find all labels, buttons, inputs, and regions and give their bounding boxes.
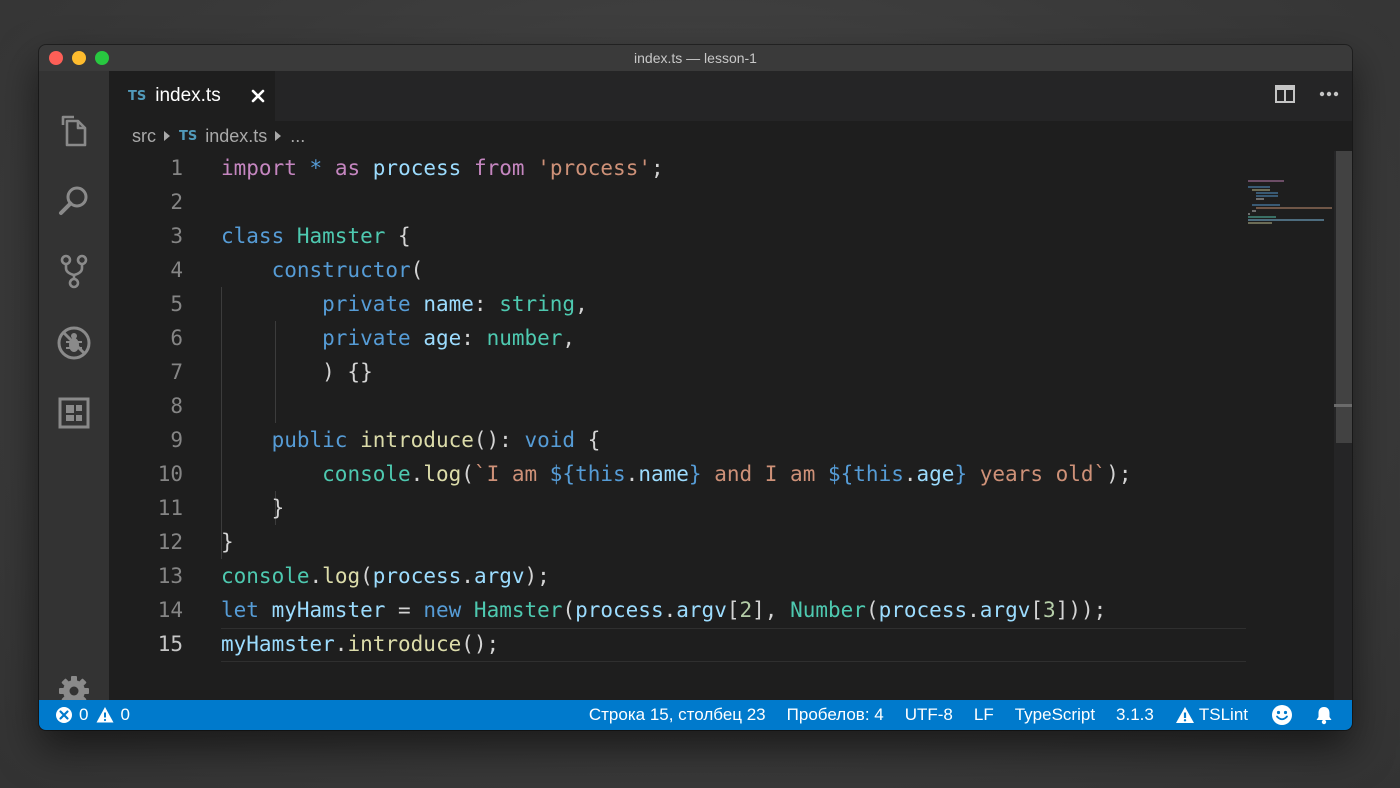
close-icon[interactable] bbox=[249, 87, 267, 105]
line-number: 7 bbox=[170, 360, 183, 384]
title-bar: index.ts — lesson-1 bbox=[39, 45, 1352, 71]
editor-actions bbox=[1274, 84, 1340, 104]
error-count: 0 bbox=[79, 705, 89, 724]
line-number: 6 bbox=[170, 326, 183, 350]
chevron-right-icon bbox=[164, 131, 170, 141]
code-line[interactable]: public introduce(): void { bbox=[221, 423, 601, 457]
typescript-file-icon: TS bbox=[179, 128, 198, 144]
tab-index-ts[interactable]: TS index.ts bbox=[109, 71, 275, 121]
line-number: 4 bbox=[170, 258, 183, 282]
typescript-version[interactable]: 3.1.3 bbox=[1116, 705, 1154, 725]
scrollbar-thumb[interactable] bbox=[1336, 151, 1352, 443]
status-bar-right: Строка 15, столбец 23 Пробелов: 4 UTF-8 … bbox=[589, 700, 1334, 730]
error-icon bbox=[56, 707, 72, 723]
more-actions-icon[interactable] bbox=[1318, 84, 1340, 104]
tab-label: index.ts bbox=[155, 85, 221, 106]
line-number: 2 bbox=[170, 190, 183, 214]
language-mode[interactable]: TypeScript bbox=[1015, 705, 1095, 725]
source-control-icon[interactable] bbox=[56, 253, 92, 289]
code-line[interactable]: } bbox=[221, 525, 234, 559]
warning-icon bbox=[1175, 707, 1194, 723]
window-title: index.ts — lesson-1 bbox=[634, 50, 757, 66]
line-number: 10 bbox=[157, 462, 183, 486]
warning-icon bbox=[96, 707, 114, 723]
line-number: 11 bbox=[157, 496, 183, 520]
code-line[interactable]: console.log(process.argv); bbox=[221, 559, 550, 593]
window-controls bbox=[49, 51, 109, 65]
line-number: 14 bbox=[157, 598, 183, 622]
line-number: 5 bbox=[170, 292, 183, 316]
line-numbers: 1 2 3 4 5 6 7 8 9 10 11 12 13 14 15 bbox=[109, 151, 197, 700]
breadcrumb-folder[interactable]: src bbox=[132, 126, 156, 147]
zoom-window-button[interactable] bbox=[95, 51, 109, 65]
typescript-file-icon: TS bbox=[128, 88, 147, 104]
extensions-icon[interactable] bbox=[56, 395, 92, 431]
cursor-position[interactable]: Строка 15, столбец 23 bbox=[589, 705, 766, 725]
code-line[interactable]: private name: string, bbox=[221, 287, 588, 321]
line-number: 1 bbox=[170, 156, 183, 180]
line-number: 13 bbox=[157, 564, 183, 588]
warning-count: 0 bbox=[120, 705, 130, 724]
smiley-icon[interactable] bbox=[1271, 704, 1293, 726]
code-line[interactable]: let myHamster = new Hamster(process.argv… bbox=[221, 593, 1106, 627]
code-line[interactable]: console.log(`I am ${this.name} and I am … bbox=[221, 457, 1131, 491]
editor-window: index.ts — lesson-1 TS index.ts src TS i… bbox=[39, 45, 1352, 730]
code-lines[interactable]: import * as process from 'process'; clas… bbox=[221, 151, 1334, 700]
code-line[interactable]: private age: number, bbox=[221, 321, 575, 355]
chevron-right-icon bbox=[275, 131, 282, 141]
close-window-button[interactable] bbox=[49, 51, 63, 65]
minimize-window-button[interactable] bbox=[72, 51, 86, 65]
line-number: 3 bbox=[170, 224, 183, 248]
search-icon[interactable] bbox=[56, 183, 92, 219]
tslint-label: TSLint bbox=[1198, 705, 1248, 724]
tab-bar: TS index.ts bbox=[109, 71, 1352, 121]
breadcrumb-file[interactable]: index.ts bbox=[205, 126, 267, 147]
code-line[interactable]: class Hamster { bbox=[221, 219, 411, 253]
indentation[interactable]: Пробелов: 4 bbox=[787, 705, 884, 725]
code-line[interactable]: constructor( bbox=[221, 253, 424, 287]
line-number: 8 bbox=[170, 394, 183, 418]
files-icon[interactable] bbox=[56, 113, 92, 149]
line-number-active: 15 bbox=[157, 632, 183, 656]
line-number: 9 bbox=[170, 428, 183, 452]
code-line[interactable]: ) {} bbox=[221, 355, 373, 389]
breadcrumb-symbols[interactable]: ... bbox=[290, 126, 305, 147]
line-number: 12 bbox=[157, 530, 183, 554]
split-editor-icon[interactable] bbox=[1274, 84, 1296, 104]
overview-ruler-cursor bbox=[1334, 404, 1352, 407]
bell-icon[interactable] bbox=[1314, 705, 1334, 725]
minimap[interactable] bbox=[1246, 179, 1334, 239]
code-line-active[interactable]: myHamster.introduce(); bbox=[221, 627, 499, 661]
activity-bar bbox=[39, 71, 109, 706]
vertical-scrollbar[interactable] bbox=[1334, 151, 1352, 700]
code-line[interactable]: import * as process from 'process'; bbox=[221, 151, 664, 185]
tslint-status[interactable]: TSLint bbox=[1175, 705, 1248, 725]
end-of-line[interactable]: LF bbox=[974, 705, 994, 725]
code-line[interactable]: } bbox=[221, 491, 285, 525]
problems-indicator[interactable]: 0 0 bbox=[55, 700, 130, 730]
debug-icon[interactable] bbox=[56, 325, 92, 361]
file-encoding[interactable]: UTF-8 bbox=[905, 705, 953, 725]
code-editor[interactable]: 1 2 3 4 5 6 7 8 9 10 11 12 13 14 15 impo… bbox=[109, 151, 1352, 700]
breadcrumb: src TS index.ts ... bbox=[109, 121, 1352, 151]
status-bar: 0 0 Строка 15, столбец 23 Пробелов: 4 UT… bbox=[39, 700, 1352, 730]
